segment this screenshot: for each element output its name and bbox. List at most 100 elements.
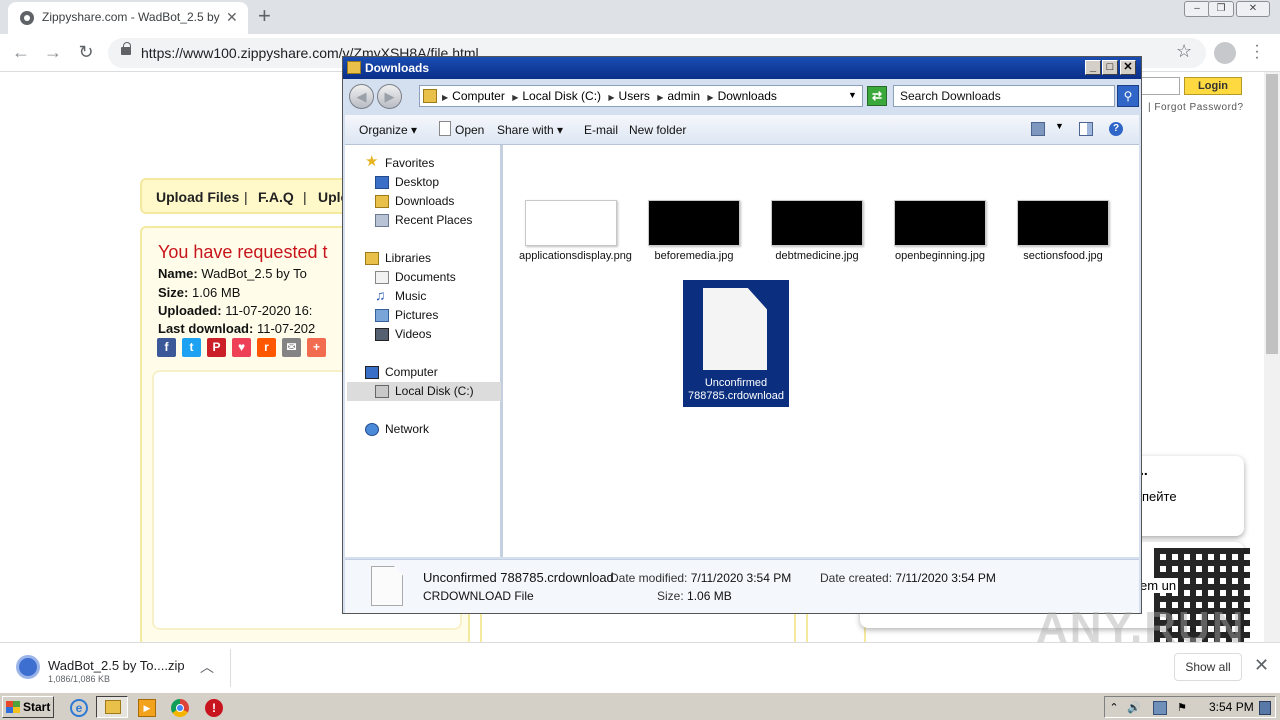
- reload-icon[interactable]: ↻: [75, 42, 97, 64]
- bookmark-star-icon[interactable]: ☆: [1176, 41, 1192, 62]
- login-button[interactable]: Login: [1184, 77, 1242, 95]
- libraries-icon: [365, 252, 379, 265]
- profile-avatar-icon[interactable]: [1214, 42, 1236, 64]
- nav-label: Documents: [395, 270, 456, 284]
- desktop-icon: [375, 176, 389, 189]
- details-size: Size: 1.06 MB: [657, 589, 732, 603]
- last-download-line: Last download: 11-07-202: [158, 321, 315, 336]
- size-label: Size:: [158, 285, 189, 300]
- explorer-back-icon[interactable]: ◀: [349, 84, 374, 109]
- explorer-minimize-button[interactable]: _: [1085, 60, 1101, 75]
- nav-label: Libraries: [385, 251, 432, 265]
- network-tray-icon[interactable]: [1153, 701, 1167, 715]
- explorer-forward-icon[interactable]: ▶: [377, 84, 402, 109]
- selected-file-name: Unconfirmed 788785.crdownload: [687, 377, 785, 402]
- folder-icon: [347, 61, 361, 74]
- file-name: beforemedia.jpg: [654, 250, 734, 262]
- reddit-icon[interactable]: r: [257, 338, 276, 357]
- explorer-titlebar[interactable]: Downloads _ □ ✕: [343, 57, 1141, 79]
- search-icon[interactable]: ⚲: [1117, 85, 1139, 107]
- breadcrumb[interactable]: ▶ Computer ▶ Local Disk (C:) ▶ Users ▶ admin…: [419, 85, 863, 107]
- new-tab-button[interactable]: +: [258, 3, 271, 29]
- chrome-icon[interactable]: [171, 699, 189, 717]
- new-folder-button[interactable]: New folder: [629, 123, 686, 137]
- download-file-name[interactable]: WadBot_2.5 by To....zip: [48, 658, 185, 673]
- twitter-icon[interactable]: t: [182, 338, 201, 357]
- email-button[interactable]: E-mail: [584, 123, 618, 137]
- chevron-up-icon[interactable]: ︿: [200, 657, 214, 677]
- help-icon[interactable]: ?: [1109, 122, 1123, 136]
- taskbar-explorer-button[interactable]: [96, 696, 128, 718]
- open-document-icon: [439, 121, 451, 136]
- open-button[interactable]: Open: [455, 123, 484, 137]
- explorer-body: ★ Favorites Desktop Downloads Recent Pla…: [345, 145, 1139, 557]
- nav-upload-files[interactable]: Upload Files: [156, 189, 239, 205]
- file-type-icon: [371, 566, 403, 606]
- forgot-password-link[interactable]: | Forgot Password?: [1148, 102, 1244, 113]
- facebook-icon[interactable]: f: [157, 338, 176, 357]
- login-password-input[interactable]: [1140, 77, 1180, 95]
- minimize-button[interactable]: –: [1184, 1, 1210, 17]
- music-icon: ♫: [375, 287, 386, 303]
- start-label: Start: [23, 700, 51, 714]
- more-icon[interactable]: +: [307, 338, 326, 357]
- breadcrumb-admin[interactable]: admin: [667, 89, 700, 103]
- action-center-flag-icon[interactable]: ⚑: [1175, 701, 1189, 715]
- page-scrollbar[interactable]: [1264, 72, 1280, 642]
- nav-separator: |: [303, 189, 307, 205]
- file-name: sectionsfood.jpg: [1023, 250, 1103, 262]
- tab-close-icon[interactable]: ✕: [226, 9, 238, 26]
- preview-pane-icon[interactable]: [1079, 122, 1093, 136]
- pinterest-icon[interactable]: P: [207, 338, 226, 357]
- breadcrumb-computer[interactable]: Computer: [452, 89, 505, 103]
- back-arrow-icon[interactable]: ←: [10, 42, 32, 64]
- restore-button[interactable]: ❐: [1208, 1, 1234, 17]
- share-with-button[interactable]: Share with ▾: [497, 123, 563, 137]
- refresh-icon[interactable]: ⇄: [867, 86, 887, 106]
- explorer-close-button[interactable]: ✕: [1120, 60, 1136, 75]
- image-thumbnail: [648, 200, 740, 246]
- image-thumbnail: [894, 200, 986, 246]
- show-all-button[interactable]: Show all: [1174, 653, 1242, 681]
- document-icon: [703, 288, 767, 370]
- requested-heading: You have requested t: [158, 242, 328, 262]
- scrollbar-thumb[interactable]: [1266, 74, 1278, 354]
- name-label: Name:: [158, 266, 198, 281]
- close-window-button[interactable]: ✕: [1236, 1, 1270, 17]
- explorer-title: Downloads: [365, 61, 430, 75]
- forward-arrow-icon[interactable]: →: [42, 42, 64, 64]
- chrome-menu-icon[interactable]: · · ·: [1252, 38, 1262, 66]
- organize-button[interactable]: Organize ▾: [359, 123, 417, 137]
- address-dropdown-icon[interactable]: ▼: [848, 90, 857, 100]
- security-app-icon[interactable]: !: [205, 699, 223, 717]
- internet-explorer-icon[interactable]: e: [70, 699, 88, 717]
- network-icon: [365, 423, 379, 436]
- breadcrumb-downloads[interactable]: Downloads: [718, 89, 777, 103]
- selected-file-item[interactable]: Unconfirmed 788785.crdownload: [683, 280, 789, 407]
- size-value: 1.06 MB: [191, 285, 241, 300]
- email-icon[interactable]: ✉: [282, 338, 301, 357]
- search-input[interactable]: Search Downloads: [893, 85, 1115, 107]
- size-value: 1.06 MB: [687, 589, 732, 603]
- breadcrumb-local-disk[interactable]: Local Disk (C:): [522, 89, 601, 103]
- breadcrumb-users[interactable]: Users: [619, 89, 650, 103]
- close-shelf-icon[interactable]: ✕: [1254, 655, 1269, 676]
- browser-tab[interactable]: Zippyshare.com - WadBot_2.5 by To ✕: [8, 2, 248, 34]
- view-dropdown-icon[interactable]: ▼: [1055, 121, 1064, 131]
- tray-expand-icon[interactable]: ⌃: [1107, 701, 1121, 715]
- documents-icon: [375, 271, 389, 284]
- explorer-maximize-button[interactable]: □: [1102, 60, 1118, 75]
- volume-icon[interactable]: 🔊: [1127, 701, 1141, 715]
- nav-separator: |: [244, 189, 248, 205]
- nav-faq[interactable]: F.A.Q: [258, 189, 294, 205]
- nav-label: Downloads: [395, 194, 455, 208]
- file-size-line: Size: 1.06 MB: [158, 285, 240, 300]
- clock[interactable]: 3:54 PM: [1209, 700, 1254, 714]
- start-button[interactable]: Start: [2, 696, 54, 718]
- show-desktop-icon[interactable]: [1259, 701, 1271, 715]
- lock-icon: [121, 42, 131, 55]
- media-player-icon[interactable]: ▶: [138, 699, 156, 717]
- nav-label: Computer: [385, 365, 438, 379]
- change-view-icon[interactable]: [1031, 122, 1045, 136]
- pocket-icon[interactable]: ♥: [232, 338, 251, 357]
